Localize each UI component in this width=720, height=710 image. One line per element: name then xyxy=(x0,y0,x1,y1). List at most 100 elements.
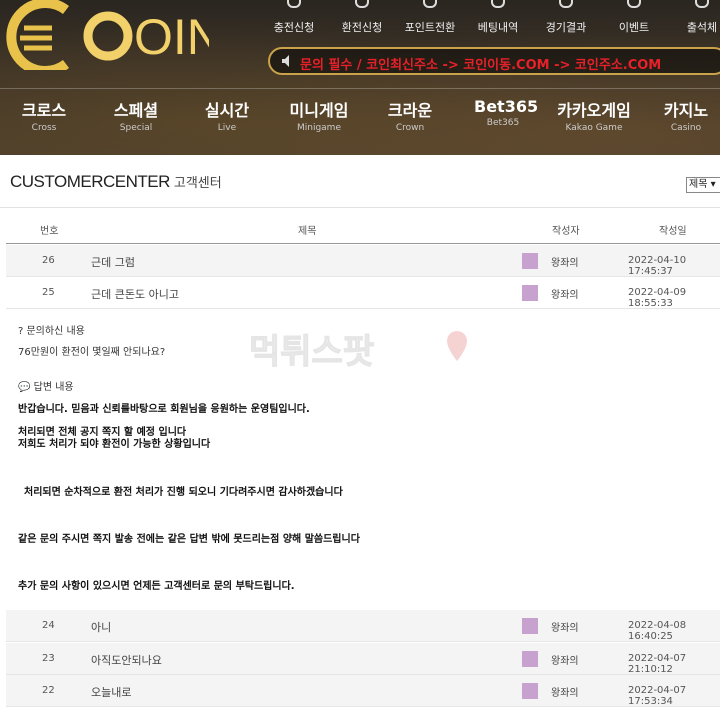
nav-sublabel: Crown xyxy=(395,123,425,133)
withdraw-icon xyxy=(355,0,369,8)
answer-line: 처리되면 순차적으로 환전 처리가 진행 되오니 기다려주시면 감사하겠습니다 xyxy=(24,487,343,498)
table-row[interactable]: 26 근데 그럼 왕좌의 2022-04-10 17:45:37 xyxy=(6,245,720,277)
page-subtitle: 고객센터 xyxy=(173,176,222,191)
row-date: 2022-04-08 16:40:25 xyxy=(628,620,687,642)
author-level-icon xyxy=(522,618,538,634)
nav-sublabel: Minigame xyxy=(296,123,341,133)
answer-heading-text: 답변 내용 xyxy=(33,382,74,393)
row-author: 왕좌의 xyxy=(551,688,579,699)
answer-line: 반갑습니다. 믿음과 신뢰를바탕으로 회원님을 응원하는 운영팀입니다. xyxy=(18,404,310,415)
top-menu-label: 이벤트 xyxy=(618,21,650,34)
row-author: 왕좌의 xyxy=(551,258,579,269)
nav-item-kakao-game[interactable]: 카카오게임 Kakao Game xyxy=(554,97,634,133)
page-title: CUSTOMERCENTER 고객센터 xyxy=(10,172,222,192)
row-date: 2022-04-10 17:45:37 xyxy=(628,255,687,277)
top-menu-withdraw[interactable]: 환전신청 xyxy=(328,0,396,40)
nav-item-live[interactable]: 실시간 Live xyxy=(201,97,253,133)
map-pin-icon xyxy=(447,331,467,361)
chevron-down-icon: ▾ xyxy=(707,179,716,190)
row-title-link[interactable]: 근데 큰돈도 아니고 xyxy=(91,286,179,302)
notice-ticker: 문의 필수 / 코인최신주소 -> 코인이동.COM -> 코인주소.COM xyxy=(268,47,720,75)
row-author: 왕좌의 xyxy=(551,656,579,667)
coin-logo-icon: OIN xyxy=(6,0,223,76)
row-title-link[interactable]: 아직도안되나요 xyxy=(91,652,162,668)
point-icon xyxy=(423,0,437,8)
top-menu-label: 포인트전환 xyxy=(404,21,456,34)
top-menu-label: 베팅내역 xyxy=(477,21,519,34)
main-nav: 크로스 Cross 스페셜 Special 실시간 Live 미니게임 Minigame… xyxy=(0,88,720,143)
top-menu-label: 경기결과 xyxy=(545,21,587,34)
nav-sublabel: Kakao Game xyxy=(565,123,623,133)
row-date: 2022-04-07 21:10:12 xyxy=(628,653,687,675)
col-header-no: 번호 xyxy=(40,226,59,237)
nav-item-minigame[interactable]: 미니게임 Minigame xyxy=(284,97,354,133)
nav-label: 크로스 xyxy=(21,101,67,120)
nav-item-crown[interactable]: 크라운 Crown xyxy=(384,97,436,133)
nav-item-cross[interactable]: 크로스 Cross xyxy=(18,97,70,133)
table-header: 번호 제목 작성자 작성일 xyxy=(6,208,720,244)
author-level-icon xyxy=(522,253,538,269)
site-logo[interactable]: OIN xyxy=(4,0,223,76)
top-menu: 충전신청 환전신청 포인트전환 베팅내역 경기결과 이벤트 출석체 xyxy=(260,0,720,40)
search-field-value: 제목 xyxy=(689,179,708,190)
deposit-icon xyxy=(287,0,301,8)
nav-label: Bet365 xyxy=(474,97,539,116)
nav-sublabel: Live xyxy=(217,123,237,133)
row-no: 26 xyxy=(42,255,55,266)
row-no: 25 xyxy=(42,287,55,298)
logo-text: OIN xyxy=(134,9,209,65)
question-heading: ? 문의하신 내용 xyxy=(18,326,85,337)
nav-label: 실시간 xyxy=(204,101,250,120)
event-icon xyxy=(627,0,641,8)
page-title-text: CUSTOMERCENTER xyxy=(10,172,170,191)
row-no: 22 xyxy=(42,685,55,696)
answer-line: 추가 문의 사항이 있으시면 언제든 고객센터로 문의 부탁드립니다. xyxy=(18,581,295,592)
table-row[interactable]: 23 아직도안되나요 왕좌의 2022-04-07 21:10:12 xyxy=(6,643,720,675)
nav-item-bet365[interactable]: Bet365 Bet365 xyxy=(474,97,539,128)
nav-label: 카지노 xyxy=(663,101,709,120)
row-no: 24 xyxy=(42,620,55,631)
top-menu-point[interactable]: 포인트전환 xyxy=(396,0,464,40)
speech-bubble-icon: 💬 xyxy=(18,382,31,393)
table-row[interactable]: 24 아니 왕좌의 2022-04-08 16:40:25 xyxy=(6,610,720,642)
row-title-link[interactable]: 아니 xyxy=(91,619,111,635)
site-header: OIN 충전신청 환전신청 포인트전환 베팅내역 경기결과 이벤트 출석체 문의… xyxy=(0,0,720,155)
top-menu-label: 출석체 xyxy=(686,21,718,34)
question-body: 76만원이 환전이 몇일째 안되나요? xyxy=(18,347,166,358)
top-menu-attendance[interactable]: 출석체 xyxy=(668,0,720,40)
table-row[interactable]: 25 근데 큰돈도 아니고 왕좌의 2022-04-09 18:55:33 xyxy=(6,277,720,309)
bet-history-icon xyxy=(491,0,505,8)
top-menu-result[interactable]: 경기결과 xyxy=(532,0,600,40)
author-level-icon xyxy=(522,683,538,699)
row-title-link[interactable]: 근데 그럼 xyxy=(91,254,135,270)
result-icon xyxy=(559,0,573,8)
nav-label: 크라운 xyxy=(387,101,433,120)
nav-item-special[interactable]: 스페셜 Special xyxy=(110,97,162,133)
watermark-logo: 먹튀스팟 xyxy=(249,331,467,373)
col-header-author: 작성자 xyxy=(552,226,580,237)
nav-label: 카카오게임 xyxy=(557,101,631,120)
row-date: 2022-04-09 18:55:33 xyxy=(628,287,687,309)
answer-heading: 💬 답변 내용 xyxy=(18,378,74,393)
row-author: 왕좌의 xyxy=(551,623,579,634)
nav-label: 미니게임 xyxy=(289,101,349,120)
top-menu-event[interactable]: 이벤트 xyxy=(600,0,668,40)
row-no: 23 xyxy=(42,653,55,664)
answer-line: 같은 문의 주시면 쪽지 발송 전에는 같은 답변 밖에 못드리는점 양해 말씀… xyxy=(18,534,360,545)
nav-label: 스페셜 xyxy=(113,101,159,120)
top-menu-label: 충전신청 xyxy=(273,21,315,34)
top-menu-label: 환전신청 xyxy=(341,21,383,34)
table-row[interactable]: 22 오늘내로 왕좌의 2022-04-07 17:53:34 xyxy=(6,675,720,707)
col-header-date: 작성일 xyxy=(659,226,687,237)
col-header-title: 제목 xyxy=(298,226,317,237)
row-title-link[interactable]: 오늘내로 xyxy=(91,684,131,700)
answer-line: 저희도 처리가 되야 환전이 가능한 상황입니다 xyxy=(18,439,211,450)
attendance-icon xyxy=(695,0,709,8)
top-menu-bet-history[interactable]: 베팅내역 xyxy=(464,0,532,40)
nav-item-casino[interactable]: 카지노 Casino xyxy=(660,97,712,133)
nav-sublabel: Bet365 xyxy=(486,118,520,128)
watermark-text: 먹튀스팟 xyxy=(249,332,374,372)
search-field-select[interactable]: 제목 ▾ xyxy=(686,177,720,193)
top-menu-deposit[interactable]: 충전신청 xyxy=(260,0,328,40)
speaker-icon xyxy=(282,55,289,67)
